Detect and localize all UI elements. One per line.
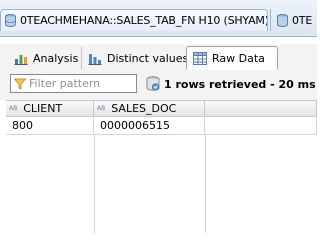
tab-raw-data[interactable]: Raw Data [186, 46, 278, 70]
column-header-label: SALES_DOC [111, 102, 177, 115]
table-row[interactable]: 800 0000006515 [6, 117, 317, 135]
raw-data-toolbar: 1 rows retrieved - 20 ms [0, 70, 317, 100]
editor-tab-strip: 0TEACHMEHANA::SALES_TAB_FN H10 (SHYAM) 0… [0, 0, 317, 37]
chart-icon [14, 54, 28, 65]
cell-empty [205, 117, 317, 134]
string-type-icon: AB [97, 104, 106, 112]
column-divider [94, 134, 95, 233]
result-tab-bar: Analysis Distinct values Raw Data [0, 44, 317, 71]
editor-tab-second[interactable]: 0TE [270, 9, 317, 31]
tab-label: Raw Data [212, 51, 265, 65]
column-header-sales-doc[interactable]: AB SALES_DOC [94, 101, 205, 116]
tab-label: Analysis [33, 51, 79, 65]
column-header-empty [205, 101, 317, 116]
status-text: 1 rows retrieved - 20 ms [164, 78, 316, 91]
editor-tab-sales-tab-fn[interactable]: 0TEACHMEHANA::SALES_TAB_FN H10 (SHYAM) [0, 9, 268, 31]
bar-chart-icon [88, 53, 102, 65]
editor-tab-label: 0TEACHMEHANA::SALES_TAB_FN H10 (SHYAM) [20, 14, 268, 27]
column-header-client[interactable]: AB CLIENT [6, 101, 94, 116]
grid-header: AB CLIENT AB SALES_DOC [6, 100, 317, 117]
tab-distinct-values[interactable]: Distinct values [81, 47, 188, 69]
refresh-icon[interactable] [146, 76, 160, 92]
tab-analysis[interactable]: Analysis [8, 47, 78, 69]
tab-label: Distinct values [107, 51, 189, 65]
filter-icon [14, 78, 26, 90]
editor-tab-label: 0TE [292, 13, 313, 27]
cell-sales-doc[interactable]: 0000006515 [94, 117, 205, 134]
results-grid: AB CLIENT AB SALES_DOC 800 0000006515 [0, 100, 317, 233]
column-divider [205, 134, 206, 233]
column-header-label: CLIENT [23, 102, 63, 115]
table-icon [193, 51, 207, 65]
cell-client[interactable]: 800 [6, 117, 94, 134]
database-icon [5, 14, 16, 27]
string-type-icon: AB [9, 104, 18, 112]
filter-box[interactable] [10, 74, 137, 93]
filter-input[interactable] [29, 77, 129, 90]
database-icon [277, 13, 288, 27]
